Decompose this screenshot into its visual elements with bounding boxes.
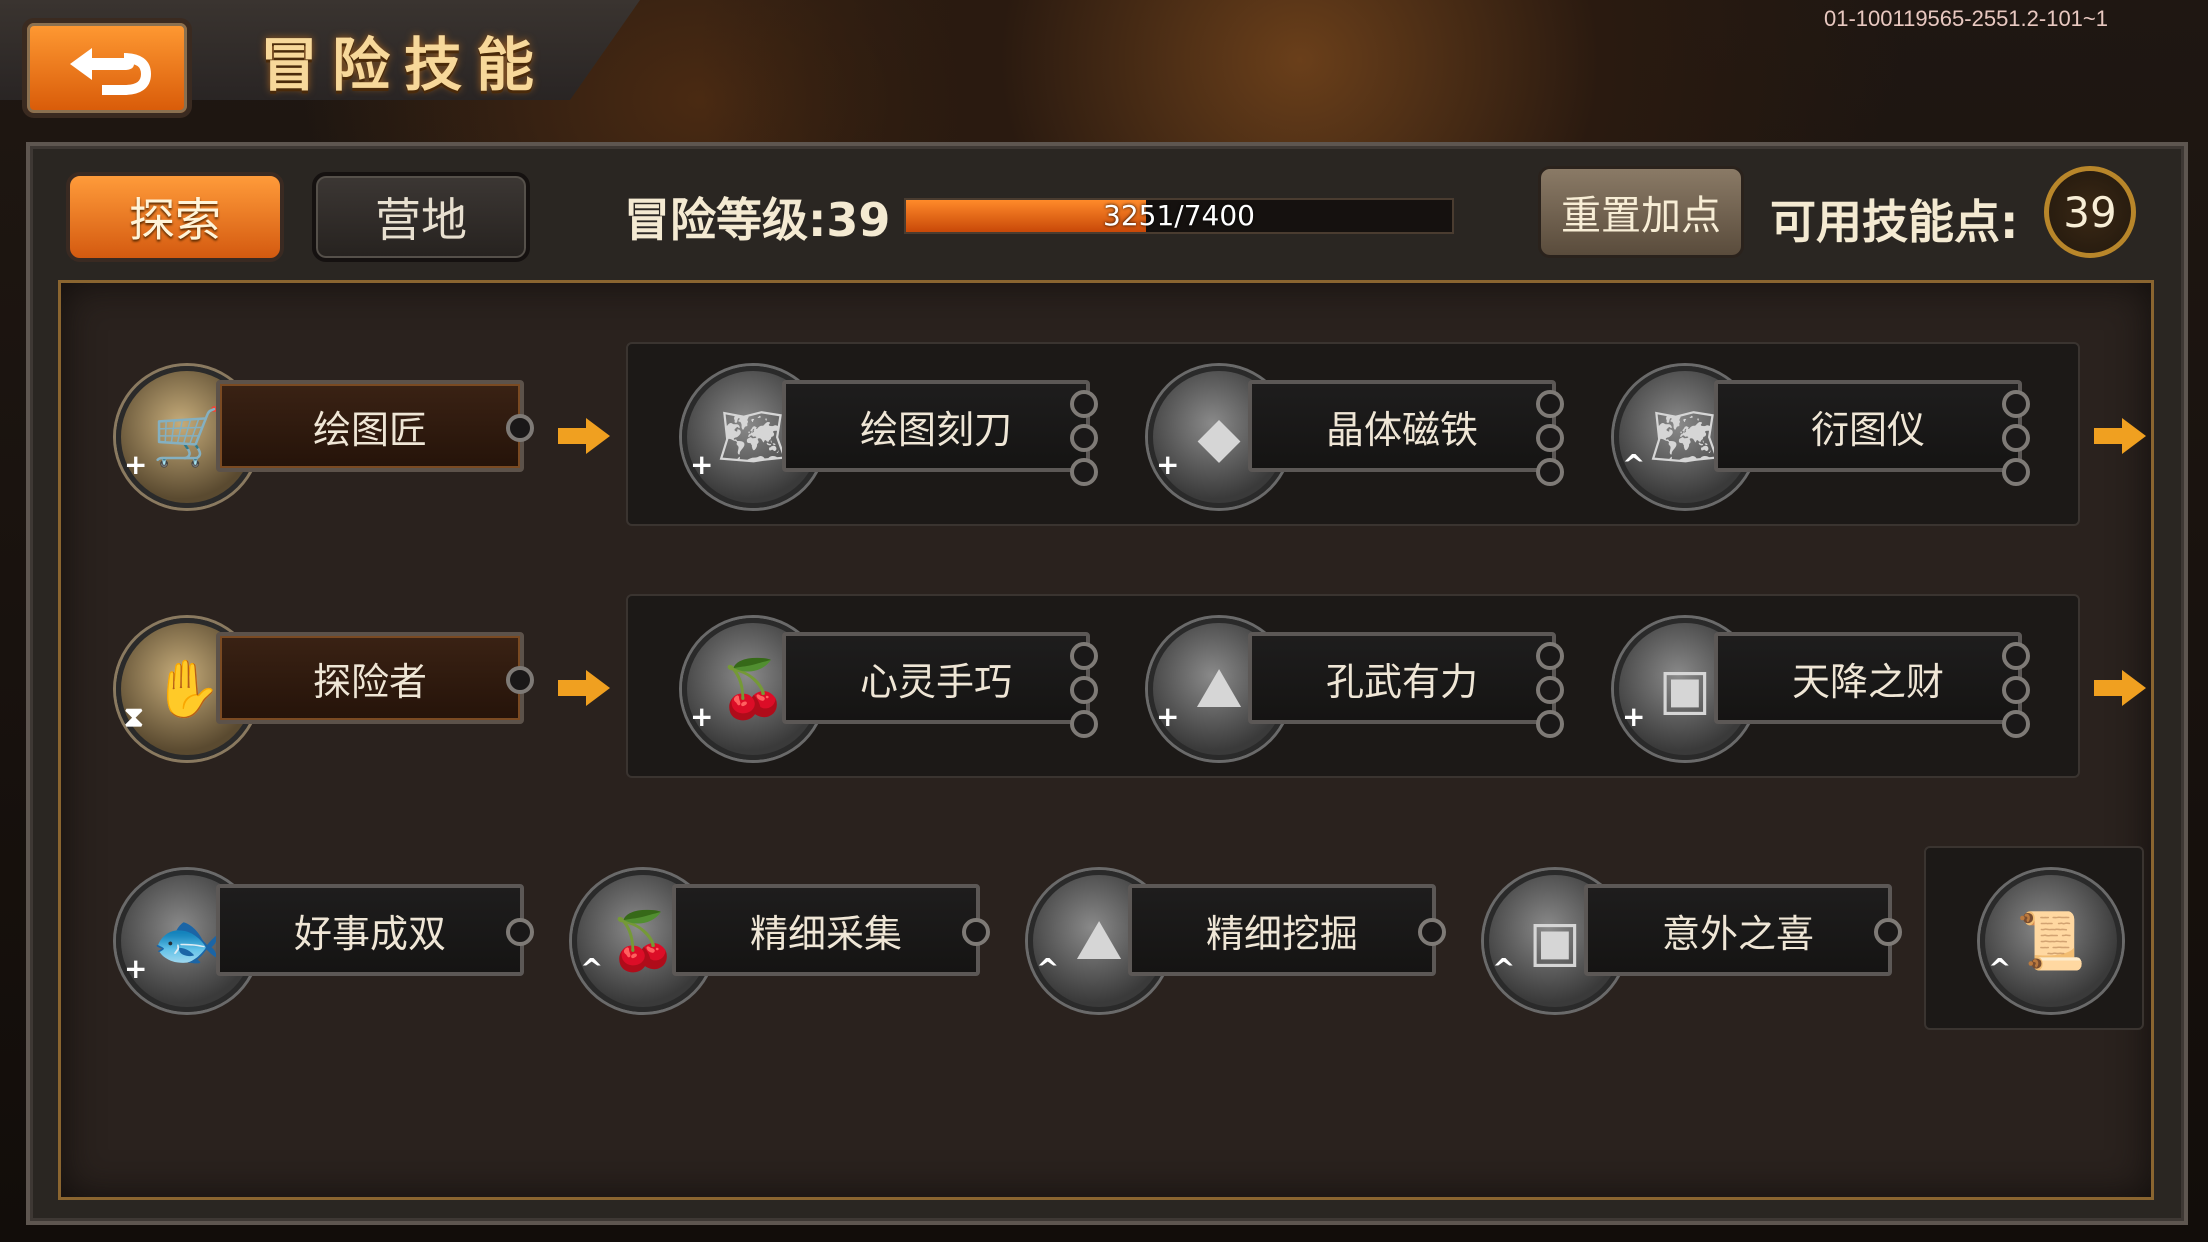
back-button[interactable] bbox=[22, 18, 192, 118]
skill-level-dots bbox=[506, 918, 534, 946]
skill-engraving-knife[interactable]: 🗺 + 绘图刻刀 bbox=[682, 366, 1102, 508]
skill-name: 心灵手巧 bbox=[782, 632, 1090, 724]
skill-badge: + bbox=[1156, 448, 1180, 481]
tab-camp[interactable]: 营地 bbox=[312, 172, 530, 262]
skill-level-dots bbox=[506, 666, 534, 694]
skill-badge: + bbox=[690, 700, 714, 733]
skill-badge: + bbox=[1622, 700, 1646, 733]
skill-name: 孔武有力 bbox=[1248, 632, 1556, 724]
skill-name: 好事成双 bbox=[216, 884, 524, 976]
skill-badge: + bbox=[124, 448, 148, 481]
xp-progress-bar: 3251/7400 bbox=[904, 198, 1454, 234]
page-title: 冒险技能 bbox=[260, 31, 549, 99]
xp-progress-text: 3251/7400 bbox=[1103, 199, 1255, 232]
scroll-map-icon: 📜 bbox=[1980, 870, 2122, 1012]
skill-name: 精细采集 bbox=[672, 884, 980, 976]
adventure-level-label: 冒险等级:39 bbox=[624, 193, 891, 247]
skill-level-dots bbox=[1536, 642, 1564, 738]
arrow-right-icon bbox=[2094, 670, 2146, 706]
skill-dexterity[interactable]: 🍒 + 心灵手巧 bbox=[682, 618, 1102, 760]
skill-badge: ^ bbox=[1622, 448, 1646, 481]
skill-map-instrument[interactable]: 🗺 ^ 衍图仪 bbox=[1614, 366, 2034, 508]
skill-fine-digging[interactable]: ⛰ ^ 精细挖掘 bbox=[1028, 870, 1448, 1012]
skill-partial-scroll-map[interactable]: 📜 ^ bbox=[1980, 870, 2142, 1012]
skill-badge: + bbox=[690, 448, 714, 481]
skill-level-dots bbox=[1536, 390, 1564, 486]
skill-name: 晶体磁铁 bbox=[1248, 380, 1556, 472]
skill-name: 精细挖掘 bbox=[1128, 884, 1436, 976]
skill-level-dots bbox=[2002, 642, 2030, 738]
available-points-label: 可用技能点: bbox=[1770, 195, 2019, 249]
skill-level-dots bbox=[1070, 642, 1098, 738]
skill-badge: + bbox=[124, 952, 148, 985]
skill-level-dots bbox=[1874, 918, 1902, 946]
skill-base-adventurer[interactable]: ✋ ⧗ 探险者 bbox=[116, 618, 536, 760]
skill-level-dots bbox=[962, 918, 990, 946]
available-points-value: 39 bbox=[2044, 166, 2136, 258]
skill-group-row-3-partial: 📜 ^ bbox=[1924, 846, 2144, 1030]
skill-double-luck[interactable]: 🐟 + 好事成双 bbox=[116, 870, 536, 1012]
skill-fine-gathering[interactable]: 🍒 ^ 精细采集 bbox=[572, 870, 992, 1012]
skill-strength[interactable]: ⛰ + 孔武有力 bbox=[1148, 618, 1568, 760]
skill-crystal-magnet[interactable]: ◆ + 晶体磁铁 bbox=[1148, 366, 1568, 508]
build-id: 01-100119565-2551.2-101~1 bbox=[1823, 6, 2108, 31]
skill-level-dots bbox=[1418, 918, 1446, 946]
skill-name: 绘图匠 bbox=[216, 380, 524, 472]
arrow-right-icon bbox=[558, 418, 610, 454]
skill-level-dots bbox=[1070, 390, 1098, 486]
arrow-right-icon bbox=[2094, 418, 2146, 454]
skill-badge: ^ bbox=[1036, 952, 1060, 985]
skill-badge: ^ bbox=[580, 952, 604, 985]
arrow-right-icon bbox=[558, 670, 610, 706]
skill-badge: ^ bbox=[1492, 952, 1516, 985]
skill-badge: ⧗ bbox=[124, 700, 144, 733]
skill-badge: + bbox=[1156, 700, 1180, 733]
skill-level-dots bbox=[2002, 390, 2030, 486]
skill-name: 探险者 bbox=[216, 632, 524, 724]
skill-base-cartographer[interactable]: 🛒 + 绘图匠 bbox=[116, 366, 536, 508]
skill-name: 天降之财 bbox=[1714, 632, 2022, 724]
skill-name: 衍图仪 bbox=[1714, 380, 2022, 472]
reset-points-button[interactable]: 重置加点 bbox=[1538, 166, 1744, 258]
tab-explore[interactable]: 探索 bbox=[66, 172, 284, 262]
skill-windfall[interactable]: ▣ + 天降之财 bbox=[1614, 618, 2034, 760]
back-arrow-icon bbox=[70, 48, 152, 95]
skill-name: 意外之喜 bbox=[1584, 884, 1892, 976]
skill-level-dots bbox=[506, 414, 534, 442]
skill-name: 绘图刻刀 bbox=[782, 380, 1090, 472]
skill-surprise[interactable]: ▣ ^ 意外之喜 bbox=[1484, 870, 1904, 1012]
skill-badge: ^ bbox=[1988, 952, 2012, 985]
